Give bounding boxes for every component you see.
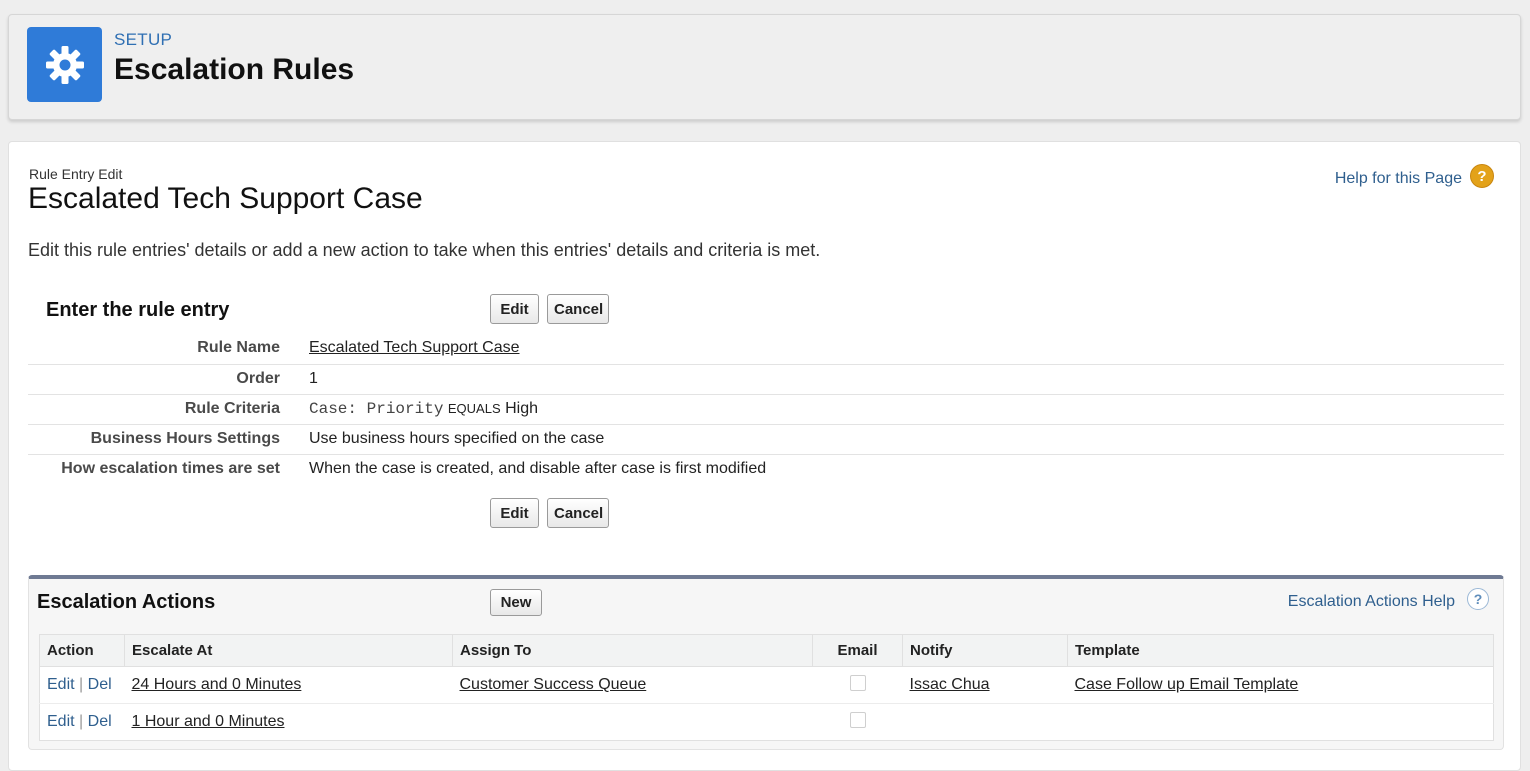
- criteria-value: High: [505, 400, 538, 417]
- action-cell: Edit | Del: [39, 666, 125, 704]
- field-row-rule-criteria: Rule Criteria Case: Priority EQUALS High: [28, 394, 1504, 425]
- column-header: Escalate At: [124, 634, 453, 667]
- notify-link[interactable]: Issac Chua: [910, 676, 990, 693]
- rule-entry-heading: Enter the rule entry: [46, 299, 230, 321]
- separator: |: [79, 713, 84, 730]
- table-row: Edit | Del 1 Hour and 0 Minutes: [40, 704, 1494, 741]
- delete-action-link[interactable]: Del: [88, 713, 112, 730]
- field-row-order: Order 1: [28, 364, 1504, 395]
- column-header: Notify: [902, 634, 1068, 667]
- escalation-actions-panel: Escalation Actions New Escalation Action…: [28, 575, 1504, 750]
- page-description: Edit this rule entries' details or add a…: [28, 240, 821, 260]
- page-subtitle: Rule Entry Edit: [29, 166, 123, 182]
- main-panel: Rule Entry Edit Escalated Tech Support C…: [8, 141, 1521, 771]
- email-checkbox: [849, 674, 866, 691]
- separator: |: [79, 676, 84, 693]
- header-title: Escalation Rules: [114, 53, 355, 86]
- edit-action-link[interactable]: Edit: [47, 713, 75, 730]
- assign-to-link[interactable]: Customer Success Queue: [460, 676, 647, 693]
- action-cell: Edit | Del: [40, 704, 125, 741]
- field-row-business-hours: Business Hours Settings Use business hou…: [28, 424, 1504, 455]
- criteria-field: Case: Priority: [309, 400, 444, 418]
- page-title: Escalated Tech Support Case: [28, 182, 423, 215]
- field-label: Rule Name: [197, 339, 280, 356]
- setup-breadcrumb[interactable]: SETUP: [114, 30, 172, 50]
- field-label: Order: [236, 370, 280, 387]
- field-value: When the case is created, and disable af…: [309, 460, 767, 477]
- table-row: Edit | Del 24 Hours and 0 Minutes Custom…: [39, 666, 1494, 704]
- help-for-page-link[interactable]: Help for this Page: [1335, 170, 1462, 188]
- table-header-row: Action Escalate At Assign To Email Notif…: [39, 634, 1494, 667]
- column-header: Email: [812, 634, 903, 667]
- setup-header: SETUP Escalation Rules: [8, 14, 1521, 120]
- email-checkbox: [849, 711, 866, 728]
- cancel-button-top[interactable]: Cancel: [547, 294, 609, 324]
- field-value: 1: [309, 370, 318, 387]
- edit-button-top[interactable]: Edit: [490, 294, 539, 324]
- field-label: Business Hours Settings: [90, 430, 280, 447]
- column-header: Action: [39, 634, 125, 667]
- gear-icon: [27, 27, 102, 102]
- criteria-operator: EQUALS: [447, 401, 501, 416]
- escalation-actions-table: Action Escalate At Assign To Email Notif…: [39, 634, 1494, 741]
- escalation-actions-help-link[interactable]: Escalation Actions Help: [1288, 593, 1455, 611]
- escalation-actions-title: Escalation Actions: [37, 591, 216, 613]
- escalate-at-link[interactable]: 1 Hour and 0 Minutes: [132, 713, 285, 730]
- field-label: Rule Criteria: [184, 400, 280, 417]
- delete-action-link[interactable]: Del: [88, 676, 112, 693]
- rule-name-link[interactable]: Escalated Tech Support Case: [309, 339, 520, 357]
- rule-criteria-value: Case: Priority EQUALS High: [309, 400, 538, 418]
- column-header: Template: [1067, 634, 1494, 667]
- field-value: Use business hours specified on the case: [309, 430, 605, 447]
- question-circle-icon[interactable]: ?: [1470, 164, 1494, 188]
- field-row-escalation-times: How escalation times are set When the ca…: [28, 454, 1504, 485]
- edit-button-bottom[interactable]: Edit: [490, 498, 539, 528]
- field-row-rule-name: Rule Name Escalated Tech Support Case: [28, 334, 1504, 364]
- cancel-button-bottom[interactable]: Cancel: [547, 498, 609, 528]
- field-label: How escalation times are set: [61, 460, 280, 477]
- question-circle-icon[interactable]: ?: [1467, 588, 1489, 610]
- new-action-button[interactable]: New: [490, 589, 542, 616]
- template-link[interactable]: Case Follow up Email Template: [1075, 676, 1299, 693]
- escalate-at-link[interactable]: 24 Hours and 0 Minutes: [132, 676, 302, 693]
- edit-action-link[interactable]: Edit: [47, 676, 75, 693]
- column-header: Assign To: [452, 634, 813, 667]
